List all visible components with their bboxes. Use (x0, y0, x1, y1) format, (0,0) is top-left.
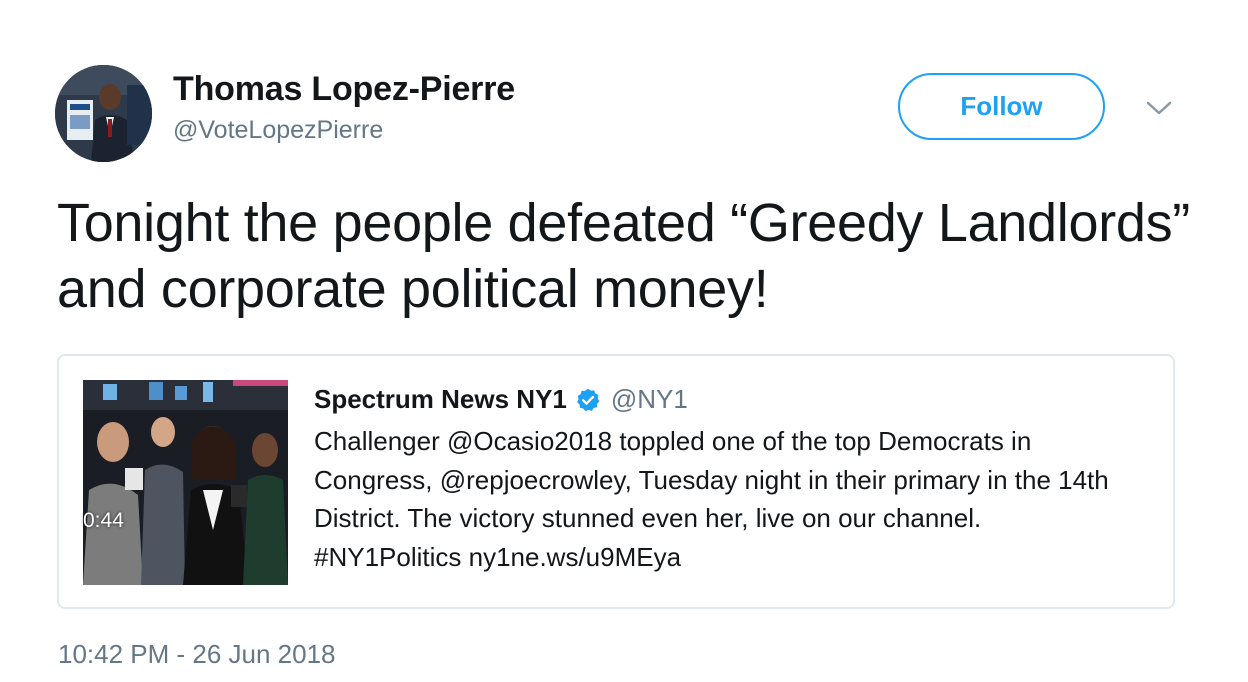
author-avatar[interactable] (55, 65, 152, 162)
quoted-author-name[interactable]: Spectrum News NY1 (314, 384, 567, 415)
quoted-tweet-text: Challenger @Ocasio2018 toppled one of th… (314, 426, 1109, 572)
video-duration: 0:44 (83, 509, 124, 532)
video-thumbnail[interactable] (83, 380, 288, 585)
quoted-tweet-card[interactable]: 0:44 Spectrum News NY1 @NY1 Challenger @… (57, 354, 1175, 609)
author-name[interactable]: Thomas Lopez-Pierre (173, 70, 515, 109)
tweet-timestamp[interactable]: 10:42 PM - 26 Jun 2018 (58, 639, 336, 670)
chevron-down-icon[interactable] (1145, 98, 1173, 118)
quoted-tweet-header: Spectrum News NY1 @NY1 (314, 384, 688, 415)
tweet-text: Tonight the people defeated “Greedy Land… (57, 193, 1190, 319)
follow-button[interactable]: Follow (898, 73, 1105, 140)
quoted-author-handle[interactable]: @NY1 (611, 384, 688, 415)
author-handle[interactable]: @VoteLopezPierre (173, 116, 383, 145)
verified-badge-icon (575, 387, 601, 413)
